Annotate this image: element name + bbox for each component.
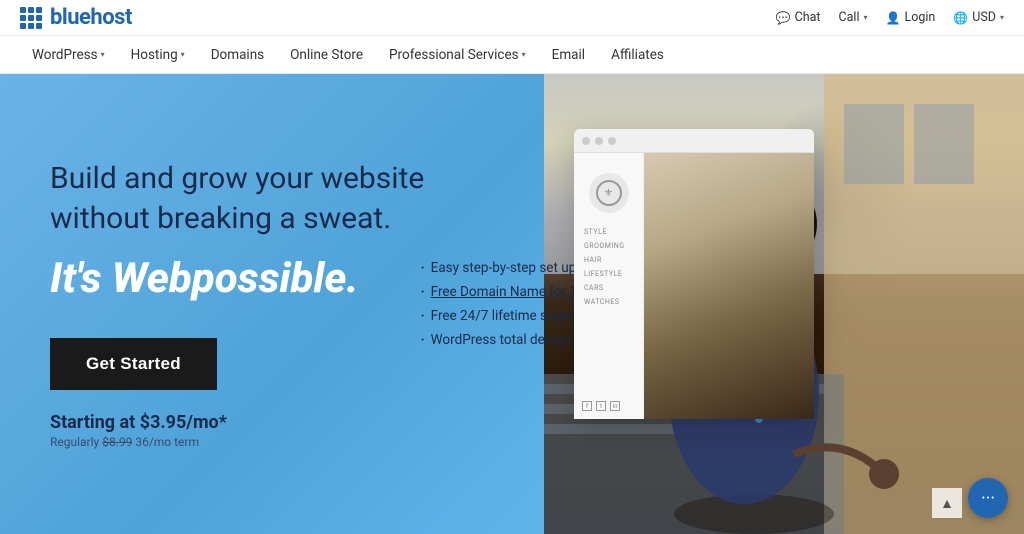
price-regular-value: $8.99 [102,435,132,449]
nav-label-online-store: Online Store [290,47,363,63]
browser-nav-watches: WATCHES [584,295,633,309]
instagram-icon: in [610,401,620,411]
nav-arrow-hosting: ▾ [181,50,185,59]
chat-bubble-button[interactable]: ··· [968,478,1008,518]
get-started-button[interactable]: Get Started [50,338,217,390]
nav-label-wordpress: WordPress [32,47,98,63]
browser-social-icons: f t in [582,401,620,411]
call-arrow: ▾ [864,13,868,22]
nav-item-affiliates[interactable]: Affiliates [599,41,676,69]
browser-content: ⚜ STYLE GROOMING HAIR LIFESTYLE CARS WAT… [574,153,814,419]
call-label: Call [838,10,859,25]
browser-nav-list: STYLE GROOMING HAIR LIFESTYLE CARS WATCH… [584,225,633,309]
nav-item-online-store[interactable]: Online Store [278,41,375,69]
main-nav: WordPress ▾ Hosting ▾ Domains Online Sto… [0,36,1024,74]
browser-nav-style: STYLE [584,225,633,239]
nav-arrow-wordpress: ▾ [101,50,105,59]
browser-logo: ⚜ [589,173,629,213]
currency-arrow: ▾ [1000,13,1004,22]
browser-nav-cars: CARS [584,281,633,295]
browser-mockup: ⚜ STYLE GROOMING HAIR LIFESTYLE CARS WAT… [574,129,814,419]
nav-item-domains[interactable]: Domains [199,41,276,69]
person-icon: 👤 [886,11,901,25]
currency-label: USD [972,10,996,25]
scroll-top-icon: ▲ [940,495,954,512]
browser-nav-hair: HAIR [584,253,633,267]
nav-item-email[interactable]: Email [540,41,597,69]
nav-item-wordpress[interactable]: WordPress ▾ [20,41,117,69]
browser-dot-1 [582,137,590,145]
scroll-top-button[interactable]: ▲ [932,488,962,518]
call-link[interactable]: Call ▾ [838,10,867,25]
currency-selector[interactable]: 🌐 USD ▾ [953,10,1004,25]
price-regular: Regularly $8.99 36/mo term [50,435,490,449]
nav-label-hosting: Hosting [131,47,178,63]
browser-dot-3 [608,137,616,145]
nav-label-domains: Domains [211,47,264,63]
login-label: Login [904,10,935,25]
browser-logo-inner: ⚜ [596,180,622,206]
nav-arrow-professional-services: ▾ [522,50,526,59]
browser-nav-grooming: GROOMING [584,239,633,253]
top-bar-right: 💬 Chat Call ▾ 👤 Login 🌐 USD ▾ [776,10,1004,25]
twitter-icon: t [596,401,606,411]
nav-label-professional-services: Professional Services [389,47,519,63]
logo-area[interactable]: bluehost [20,5,132,30]
globe-icon: 🌐 [953,11,968,25]
pricing-area: Starting at $3.95/mo* Regularly $8.99 36… [50,412,490,449]
browser-bar [574,129,814,153]
chat-label: Chat [795,10,821,25]
logo-grid-icon [20,7,42,29]
price-term: 36/mo term [135,435,199,449]
hero-section: Build and grow your websitewithout break… [0,74,1024,534]
facebook-icon: f [582,401,592,411]
hero-tagline: Build and grow your websitewithout break… [50,159,490,240]
chat-bubble-icon: ··· [981,488,995,509]
chat-link[interactable]: 💬 Chat [776,10,821,25]
chat-icon: 💬 [776,11,791,25]
login-link[interactable]: 👤 Login [886,10,936,25]
top-bar: bluehost 💬 Chat Call ▾ 👤 Login 🌐 USD ▾ [0,0,1024,36]
nav-item-professional-services[interactable]: Professional Services ▾ [377,41,538,69]
nav-label-email: Email [552,47,585,63]
logo-text[interactable]: bluehost [50,5,132,30]
browser-nav-lifestyle: LIFESTYLE [584,267,633,281]
price-main: Starting at $3.95/mo* [50,412,490,433]
nav-label-affiliates: Affiliates [611,47,664,63]
browser-main-content [644,153,814,419]
price-regular-label: Regularly [50,435,99,449]
browser-dot-2 [595,137,603,145]
browser-sidebar: ⚜ STYLE GROOMING HAIR LIFESTYLE CARS WAT… [574,153,644,419]
nav-item-hosting[interactable]: Hosting ▾ [119,41,197,69]
